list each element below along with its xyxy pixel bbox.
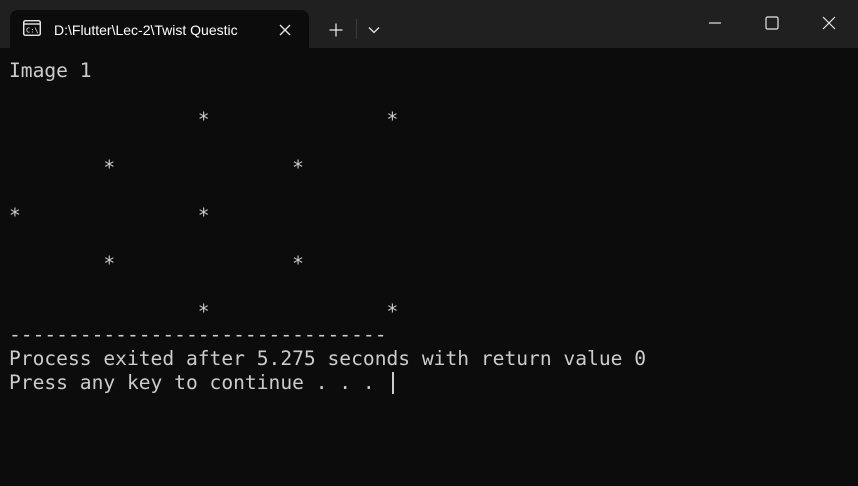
close-window-button[interactable]: [800, 0, 858, 46]
plus-icon: [329, 23, 343, 37]
command-prompt-icon: C:\: [23, 20, 41, 36]
separator-line: --------------------------------: [9, 323, 387, 346]
maximize-button[interactable]: [743, 0, 801, 46]
terminal-tab[interactable]: C:\ D:\Flutter\Lec-2\Twist Questic: [10, 10, 309, 48]
tab-close-button[interactable]: [273, 18, 297, 42]
new-tab-button[interactable]: [320, 14, 352, 46]
minimize-button[interactable]: [686, 0, 744, 46]
terminal-window: C:\ D:\Flutter\Lec-2\Twist Questic Image…: [0, 0, 858, 486]
text-cursor: [392, 372, 394, 394]
tab-title: D:\Flutter\Lec-2\Twist Questic: [54, 22, 238, 38]
pattern-line: * *: [9, 204, 210, 227]
console-output[interactable]: Image 1 * * * * * * * * * * ------------…: [9, 48, 849, 478]
pattern-line: * *: [9, 108, 399, 131]
tab-divider: [356, 19, 357, 39]
chevron-down-icon: [368, 27, 380, 34]
pattern-line: * *: [9, 300, 399, 323]
exit-message: Process exited after 5.275 seconds with …: [9, 347, 647, 370]
svg-text:C:\: C:\: [26, 27, 39, 35]
close-icon: [279, 24, 291, 36]
continue-prompt: Press any key to continue . . .: [9, 371, 387, 394]
console-heading: Image 1: [9, 59, 92, 82]
tab-dropdown-button[interactable]: [360, 14, 388, 46]
minimize-icon: [709, 22, 721, 24]
maximize-icon: [765, 16, 779, 30]
pattern-line: * *: [9, 252, 304, 275]
close-icon: [822, 16, 836, 30]
pattern-line: * *: [9, 156, 304, 179]
title-bar[interactable]: C:\ D:\Flutter\Lec-2\Twist Questic: [0, 0, 858, 48]
